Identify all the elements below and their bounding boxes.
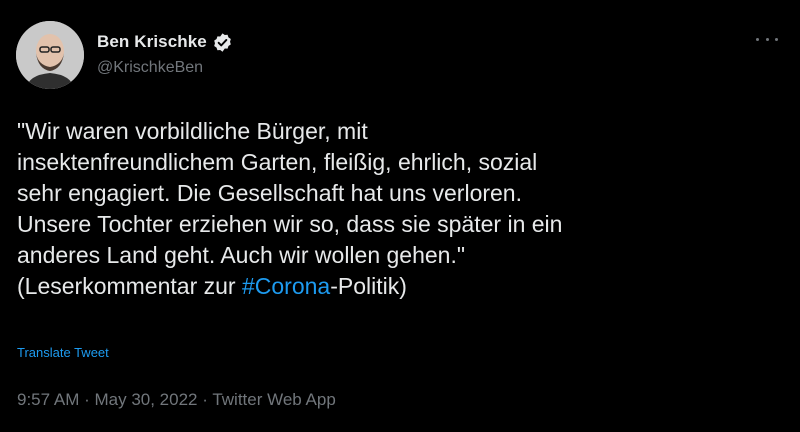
name-row: Ben Krischke	[97, 31, 233, 53]
meta-separator: ·	[79, 390, 95, 409]
avatar[interactable]	[16, 21, 84, 89]
more-dot	[756, 37, 759, 41]
display-name[interactable]: Ben Krischke	[97, 32, 207, 52]
avatar-image	[16, 21, 84, 89]
more-options-icon[interactable]	[756, 32, 778, 46]
tweet-text-prefix: (Leserkommentar zur	[17, 273, 242, 299]
tweet-date[interactable]: May 30, 2022	[94, 390, 197, 409]
more-dot	[775, 37, 778, 41]
tweet-time[interactable]: 9:57 AM	[17, 390, 79, 409]
tweet-text-line: sehr engagiert. Die Gesellschaft hat uns…	[17, 180, 522, 206]
meta-separator: ·	[197, 390, 213, 409]
more-dot	[765, 37, 769, 41]
tweet-card: Ben Krischke @KrischkeBen "Wir waren vor…	[0, 0, 800, 432]
hashtag-link[interactable]: #Corona	[242, 273, 330, 299]
tweet-text-last-line: (Leserkommentar zur #Corona-Politik)	[17, 271, 787, 302]
tweet-text-line: anderes Land geht. Auch wir wollen gehen…	[17, 242, 466, 268]
tweet-text-line: Unsere Tochter erziehen wir so, dass sie…	[17, 211, 563, 237]
tweet-text-line: "Wir waren vorbildliche Bürger, mit	[17, 118, 368, 144]
handle[interactable]: @KrischkeBen	[97, 59, 233, 77]
author-block: Ben Krischke @KrischkeBen	[97, 31, 233, 77]
verified-badge-icon	[212, 32, 233, 53]
tweet-meta: 9:57 AM · May 30, 2022 · Twitter Web App	[17, 390, 336, 410]
tweet-text: "Wir waren vorbildliche Bürger, mit inse…	[17, 116, 787, 302]
tweet-text-line: insektenfreundlichem Garten, fleißig, eh…	[17, 149, 538, 175]
tweet-source: Twitter Web App	[212, 390, 336, 409]
translate-tweet-link[interactable]: Translate Tweet	[17, 345, 109, 360]
tweet-text-suffix: -Politik)	[330, 273, 407, 299]
